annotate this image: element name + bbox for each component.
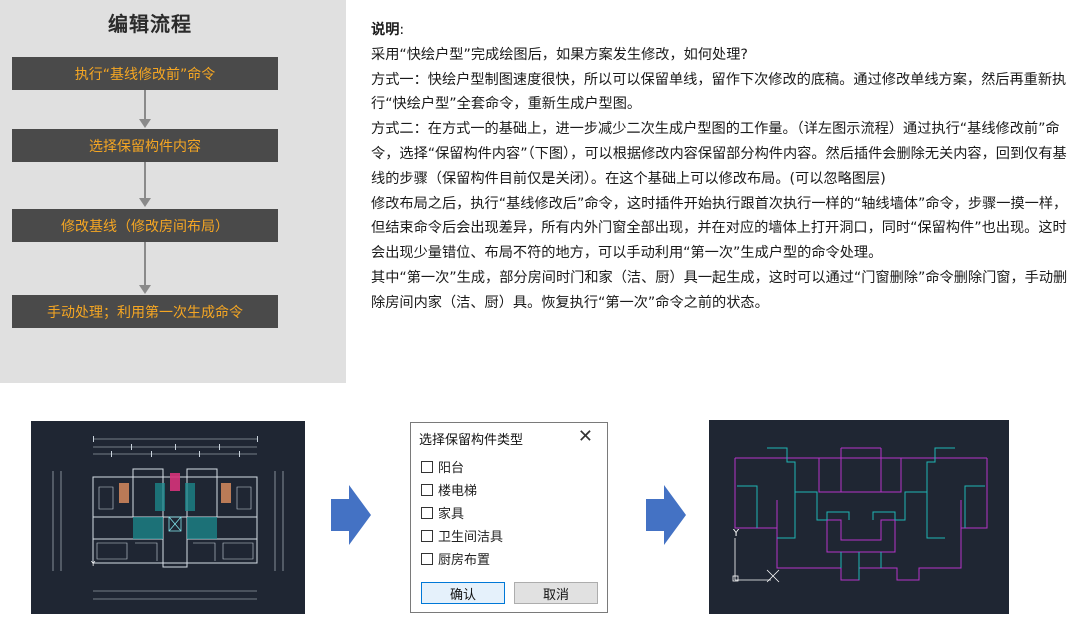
option-label: 阳台: [438, 461, 465, 476]
option-label: 厨房布置: [438, 553, 491, 568]
option-label: 卫生间洁具: [438, 530, 504, 545]
flow-connector: [144, 242, 146, 286]
arrow-down-icon: [139, 198, 151, 207]
flow-step-3: 修改基线（修改房间布局）: [12, 209, 278, 242]
option-balcony[interactable]: 阳台: [421, 457, 464, 476]
dialog-title: 选择保留构件类型: [419, 433, 524, 448]
baseline-drawing: Y: [732, 447, 988, 583]
cad-baseline-view: Y: [709, 420, 1009, 614]
description: 说明: 采用“快绘户型”完成绘图后，如果方案发生修改，如何处理? 方式一：快绘户…: [371, 18, 1075, 316]
option-label: 家具: [438, 507, 465, 522]
floorplan-drawing: Y: [52, 436, 284, 600]
checkbox-kitchen-layout[interactable]: [421, 552, 433, 565]
option-sanitary-fixtures[interactable]: 卫生间洁具: [421, 526, 503, 545]
checkbox-sanitary-fixtures[interactable]: [421, 529, 433, 542]
checkbox-furniture[interactable]: [421, 506, 433, 519]
flow-step-4: 手动处理；利用第一次生成命令: [12, 295, 278, 328]
option-stairs-elevator[interactable]: 楼电梯: [421, 480, 477, 499]
description-paragraph-5: 其中“第一次”生成，部分房间时门和家（洁、厨）具一起生成，这时可以通过“门窗删除…: [371, 269, 1068, 311]
arrow-down-icon: [139, 119, 151, 128]
arrow-right-icon: [331, 485, 371, 545]
close-icon[interactable]: ✕: [578, 426, 593, 447]
flow-panel: 编辑流程 执行“基线修改前”命令 选择保留构件内容 修改基线（修改房间布局） 手…: [0, 0, 346, 383]
description-heading: 说明:: [371, 22, 405, 38]
option-label: 楼电梯: [438, 484, 478, 499]
description-paragraph-2: 方式一：快绘户型制图速度很快，所以可以保留单线，留作下次修改的底稿。通过修改单线…: [371, 71, 1067, 113]
confirm-button[interactable]: 确认: [421, 582, 505, 604]
flow-connector: [144, 162, 146, 199]
arrow-right-icon: [646, 485, 686, 545]
option-kitchen-layout[interactable]: 厨房布置: [421, 549, 490, 568]
flow-title: 编辑流程: [108, 12, 192, 36]
cad-axis-label: Y: [90, 560, 96, 568]
description-paragraph-4: 修改布局之后，执行“基线修改后”命令，这时插件开始执行跟首次执行一样的“轴线墙体…: [371, 195, 1068, 262]
select-retained-components-dialog: 选择保留构件类型 ✕ 阳台 楼电梯 家具 卫生间洁具 厨房布置 确认 取消: [410, 422, 608, 613]
checkbox-balcony[interactable]: [421, 460, 433, 473]
description-paragraph-3: 方式二：在方式一的基础上，进一步减少二次生成户型图的工作量。（详左图示流程）通过…: [371, 121, 1067, 187]
description-paragraph-1: 采用“快绘户型”完成绘图后，如果方案发生修改，如何处理?: [371, 46, 748, 63]
flow-connector: [144, 90, 146, 121]
cancel-button[interactable]: 取消: [514, 582, 598, 604]
checkbox-stairs-elevator[interactable]: [421, 483, 433, 496]
arrow-down-icon: [139, 285, 151, 294]
flow-step-1: 执行“基线修改前”命令: [12, 57, 278, 90]
option-furniture[interactable]: 家具: [421, 503, 464, 522]
cad-axis-label: Y: [732, 528, 740, 539]
flow-step-2: 选择保留构件内容: [12, 129, 278, 162]
cad-floorplan-full: Y: [31, 421, 305, 614]
